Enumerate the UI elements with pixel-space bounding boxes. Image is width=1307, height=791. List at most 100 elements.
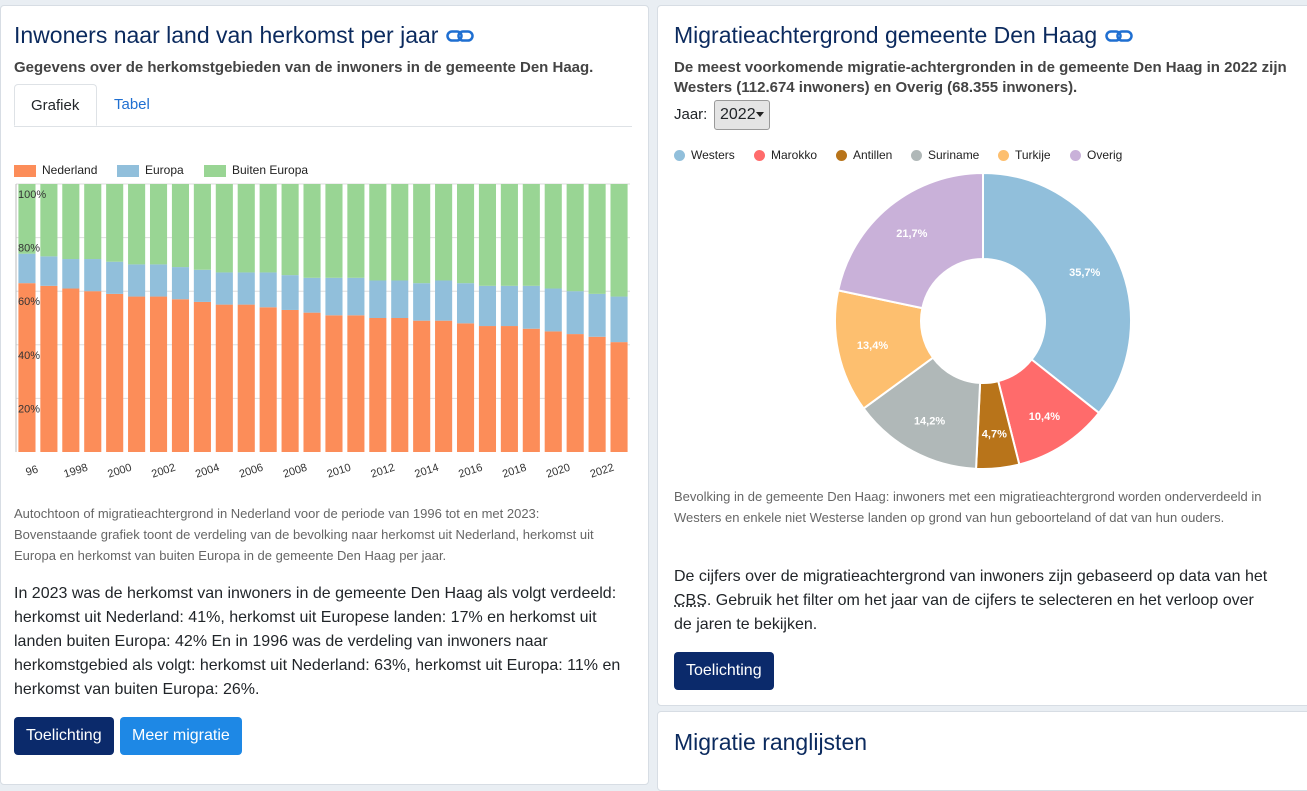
tab-grafiek[interactable]: Grafiek (14, 84, 97, 126)
bar-buiten-europa-2016 (457, 184, 474, 283)
slice-label: 14,2% (914, 416, 945, 428)
legend-buiten-europa[interactable]: Buiten Europa (204, 163, 308, 177)
bar-buiten-europa-2014 (413, 184, 430, 283)
bar-nederland-2014 (413, 321, 430, 452)
bar-europa-2022 (589, 294, 606, 337)
legend-marokko[interactable]: Marokko (754, 148, 817, 162)
bar-buiten-europa-2011 (347, 184, 364, 278)
bar-europa-2016 (457, 283, 474, 323)
bar-nederland-2021 (567, 334, 584, 452)
slice-overig (838, 173, 983, 308)
legend-label: Europa (145, 163, 184, 177)
bar-nederland-2002 (150, 297, 167, 452)
migration-subtitle: De meest voorkomende migratie-achtergron… (674, 58, 1289, 98)
bar-nederland-1996 (18, 283, 35, 452)
legend-label: Antillen (853, 148, 892, 162)
x-tick-label: 2020 (545, 462, 572, 481)
x-tick-label: 2010 (326, 462, 353, 481)
bar-buiten-europa-2005 (216, 184, 233, 272)
legend-westers[interactable]: Westers (674, 148, 735, 162)
bar-nederland-2022 (589, 337, 606, 452)
origin-title: Inwoners naar land van herkomst per jaar (14, 22, 474, 50)
bar-nederland-2020 (545, 331, 562, 452)
bar-europa-1999 (84, 259, 101, 291)
bar-nederland-2006 (238, 305, 255, 452)
bar-europa-2017 (479, 286, 496, 326)
legend-turkije[interactable]: Turkije (998, 148, 1051, 162)
legend-label: Marokko (771, 148, 817, 162)
bar-europa-2021 (567, 291, 584, 334)
x-tick-label: 2000 (106, 462, 133, 481)
x-tick-label: 96 (24, 464, 39, 479)
slice-label: 13,4% (857, 340, 888, 352)
toelichting-button[interactable]: Toelichting (14, 717, 114, 755)
legend-dot (836, 150, 847, 161)
x-tick-label: 2018 (501, 462, 528, 481)
legend-dot (998, 150, 1009, 161)
bar-europa-2023 (610, 297, 627, 343)
legend-overig[interactable]: Overig (1070, 148, 1122, 162)
bar-nederland-2004 (194, 302, 211, 452)
x-tick-label: 2022 (589, 462, 616, 481)
tab-tabel[interactable]: Tabel (98, 84, 166, 125)
bar-buiten-europa-2004 (194, 184, 211, 270)
legend-antillen[interactable]: Antillen (836, 148, 892, 162)
link-icon[interactable] (446, 23, 474, 50)
slice-label: 10,4% (1029, 411, 1060, 423)
cbs-abbr[interactable]: CBS (674, 592, 707, 609)
legend-dot (754, 150, 765, 161)
chart-tabs: Grafiek Tabel (14, 84, 632, 127)
y-tick-label: 100% (18, 189, 46, 201)
year-select[interactable]: 2022 (714, 100, 770, 130)
bar-europa-1996 (18, 254, 35, 283)
bar-buiten-europa-2000 (106, 184, 123, 262)
y-tick-label: 40% (18, 350, 40, 362)
bar-nederland-2019 (523, 329, 540, 452)
year-select-value: 2022 (720, 106, 756, 123)
legend-europa[interactable]: Europa (117, 163, 184, 177)
bar-buiten-europa-2017 (479, 184, 496, 286)
bar-buiten-europa-1999 (84, 184, 101, 259)
bar-nederland-2017 (479, 326, 496, 452)
x-tick-label: 2008 (282, 462, 309, 481)
bar-europa-1998 (62, 259, 79, 288)
bar-europa-2007 (260, 272, 277, 307)
slice-label: 21,7% (896, 228, 927, 240)
bar-europa-2013 (391, 280, 408, 318)
bar-buiten-europa-2013 (391, 184, 408, 280)
bar-nederland-2000 (106, 294, 123, 452)
x-tick-label: 2002 (150, 462, 177, 481)
bar-europa-2006 (238, 272, 255, 304)
meer-migratie-button[interactable]: Meer migratie (120, 717, 242, 755)
x-tick-label: 2006 (238, 462, 265, 481)
bar-nederland-2016 (457, 323, 474, 452)
bar-europa-2005 (216, 272, 233, 304)
legend-label: Buiten Europa (232, 163, 308, 177)
toelichting-button-right[interactable]: Toelichting (674, 652, 774, 690)
y-tick-label: 60% (18, 296, 40, 308)
x-tick-label: 2012 (369, 462, 396, 481)
bar-europa-2003 (172, 267, 189, 299)
ranking-title: Migratie ranglijsten (674, 729, 867, 756)
year-label: Jaar: (674, 106, 707, 123)
bar-nederland-1999 (84, 291, 101, 452)
bar-europa-2012 (369, 280, 386, 318)
bar-buiten-europa-2008 (282, 184, 299, 275)
bar-buiten-europa-2001 (128, 184, 145, 264)
summary-text: . Gebruik het filter om het jaar van de … (674, 592, 1254, 633)
bar-buiten-europa-2022 (589, 184, 606, 294)
bar-nederland-2013 (391, 318, 408, 452)
bar-europa-2015 (435, 280, 452, 320)
link-icon[interactable] (1105, 23, 1133, 50)
bar-nederland-2010 (325, 315, 342, 452)
bar-europa-2008 (282, 275, 299, 310)
legend-suriname[interactable]: Suriname (911, 148, 979, 162)
bar-nederland-2023 (610, 342, 627, 452)
legend-dot (674, 150, 685, 161)
legend-nederland[interactable]: Nederland (14, 163, 97, 177)
bar-nederland-1998 (62, 289, 79, 452)
bar-europa-2001 (128, 264, 145, 296)
bar-buiten-europa-2018 (501, 184, 518, 286)
migration-summary: De cijfers over de migratieachtergrond v… (674, 565, 1274, 637)
origin-summary: In 2023 was de herkomst van inwoners in … (14, 582, 628, 702)
